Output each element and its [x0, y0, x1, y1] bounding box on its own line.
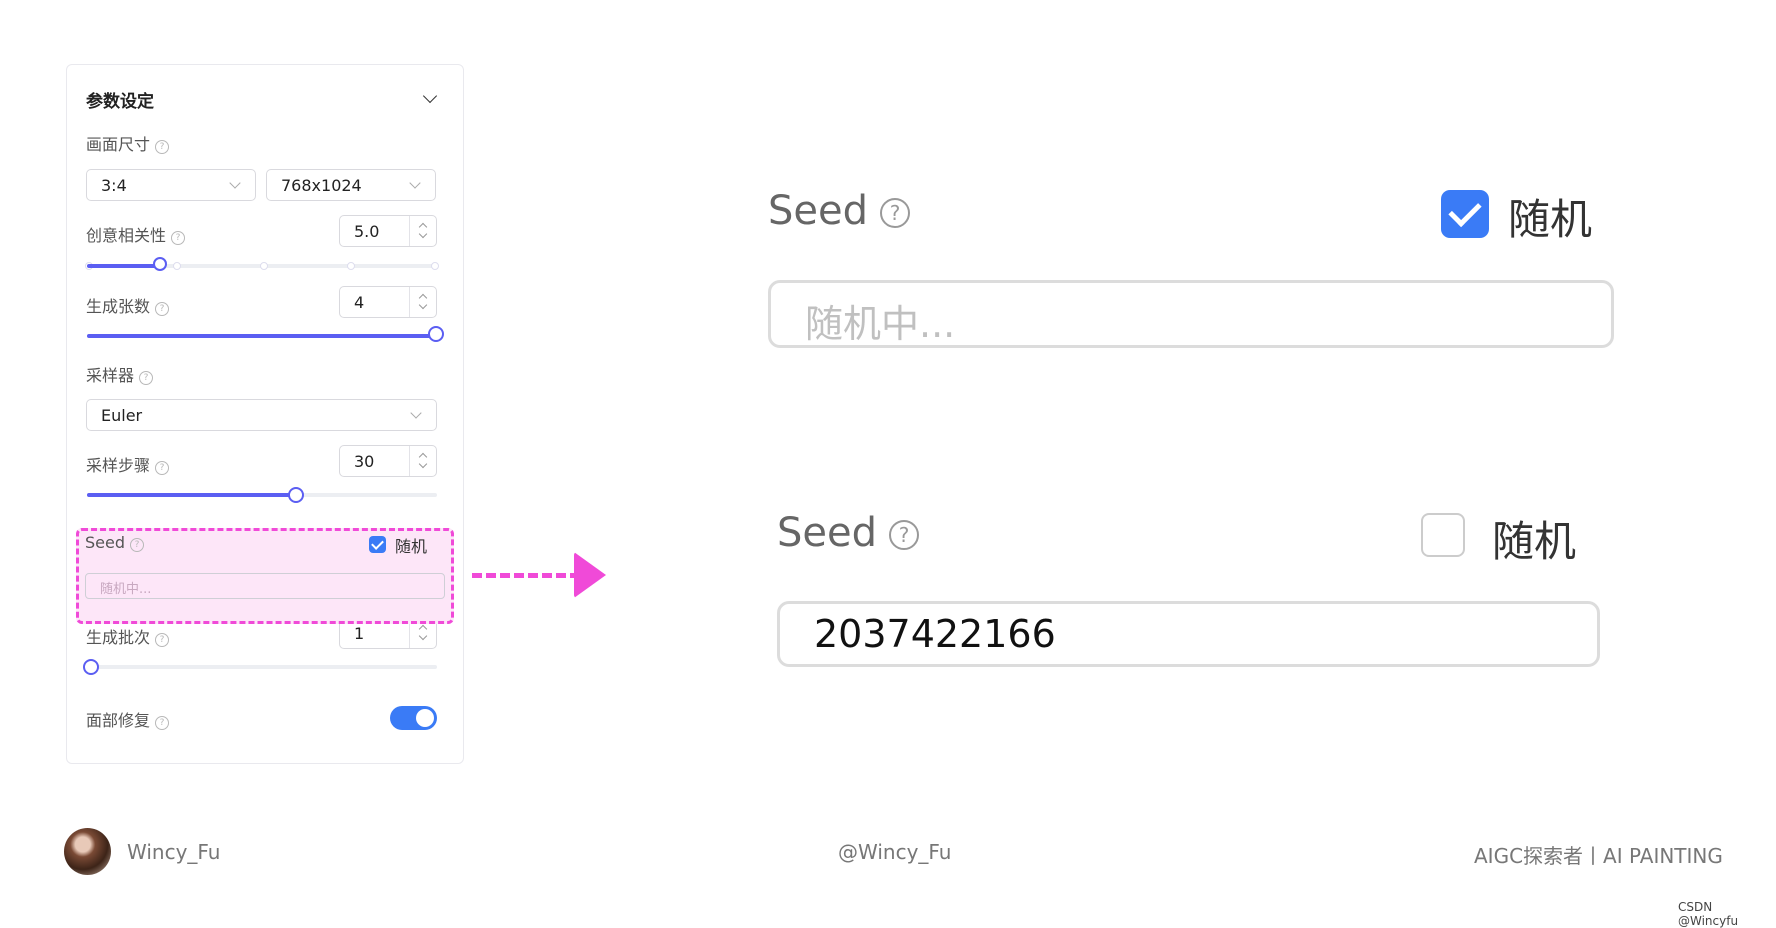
count-label: 生成张数? — [86, 293, 170, 317]
creativity-slider[interactable] — [85, 257, 439, 271]
steps-number-input[interactable]: 30 — [339, 445, 437, 477]
help-icon[interactable]: ? — [155, 140, 170, 154]
creativity-number-input[interactable]: 5.0 — [339, 215, 437, 247]
help-icon[interactable]: ? — [880, 198, 910, 228]
steps-label: 采样步骤? — [86, 452, 170, 476]
slider-thumb[interactable] — [428, 326, 444, 342]
avatar — [64, 828, 111, 875]
slider-fill — [87, 264, 161, 268]
help-icon[interactable]: ? — [130, 538, 144, 552]
seed-random-checkbox-large[interactable] — [1421, 513, 1465, 557]
author-name: Wincy_Fu — [127, 840, 221, 864]
seed-random-label-large: 随机 — [1492, 517, 1577, 566]
count-number-input[interactable]: 4 — [339, 286, 437, 318]
tagline: AIGC探索者丨AI PAINTING — [1474, 844, 1723, 868]
watermark: CSDN @Wincyfu — [1678, 900, 1739, 928]
help-icon[interactable]: ? — [155, 461, 170, 475]
slider-thumb[interactable] — [83, 659, 99, 675]
seed-random-checkbox[interactable] — [369, 536, 386, 553]
sampler-label: 采样器? — [86, 362, 154, 386]
slider-thumb[interactable] — [153, 257, 167, 271]
help-icon[interactable]: ? — [171, 231, 186, 245]
creativity-label: 创意相关性? — [86, 222, 186, 246]
batch-label: 生成批次? — [86, 624, 170, 648]
chevron-down-icon — [410, 407, 422, 419]
seed-random-label: 随机 — [395, 537, 428, 556]
batch-slider[interactable] — [83, 659, 437, 675]
seed-zoom-unchecked: Seed? 随机 2037422166 — [748, 470, 1648, 700]
seed-zoom-label: Seed? — [768, 188, 910, 234]
help-icon[interactable]: ? — [889, 520, 919, 550]
seed-zoom-checked: Seed? 随机 随机中... — [738, 150, 1668, 380]
sampler-select[interactable]: Euler — [86, 399, 437, 431]
canvas-size-label: 画面尺寸? — [86, 131, 170, 155]
chevron-down-icon — [229, 177, 241, 189]
seed-random-checkbox-large[interactable] — [1441, 190, 1489, 238]
chevron-down-icon — [409, 177, 421, 189]
stepper-icon[interactable] — [409, 446, 436, 476]
slider-fill — [87, 493, 295, 497]
panel-title: 参数设定 — [86, 92, 154, 112]
stepper-icon[interactable] — [409, 216, 436, 246]
seed-input-large[interactable]: 随机中... — [768, 280, 1614, 348]
ratio-select[interactable]: 3:4 — [86, 169, 256, 201]
help-icon[interactable]: ? — [155, 716, 170, 730]
settings-panel: 参数设定 画面尺寸? 3:4 768x1024 创意相关性? 5.0 生成张数?… — [66, 64, 464, 764]
seed-highlight: Seed? 随机 随机中... — [76, 528, 454, 624]
toggle-knob — [416, 709, 434, 727]
arrow-right-icon — [574, 552, 606, 598]
collapse-chevron-icon[interactable] — [422, 88, 438, 104]
help-icon[interactable]: ? — [139, 371, 154, 385]
help-icon[interactable]: ? — [155, 302, 170, 316]
face-fix-toggle[interactable] — [390, 706, 437, 730]
author-handle: @Wincy_Fu — [838, 840, 952, 864]
seed-input[interactable]: 随机中... — [85, 573, 445, 599]
steps-slider[interactable] — [87, 487, 437, 503]
face-fix-label: 面部修复? — [86, 707, 170, 731]
slider-fill — [87, 334, 437, 338]
seed-random-label-large: 随机 — [1508, 195, 1593, 244]
arrow-line — [472, 573, 580, 578]
resolution-select[interactable]: 768x1024 — [266, 169, 436, 201]
help-icon[interactable]: ? — [155, 633, 170, 647]
seed-input-large[interactable]: 2037422166 — [777, 601, 1600, 667]
count-slider[interactable] — [87, 326, 444, 342]
slider-thumb[interactable] — [288, 487, 304, 503]
seed-zoom-label: Seed? — [777, 510, 919, 556]
stepper-icon[interactable] — [409, 287, 436, 317]
seed-label: Seed? — [85, 533, 144, 552]
